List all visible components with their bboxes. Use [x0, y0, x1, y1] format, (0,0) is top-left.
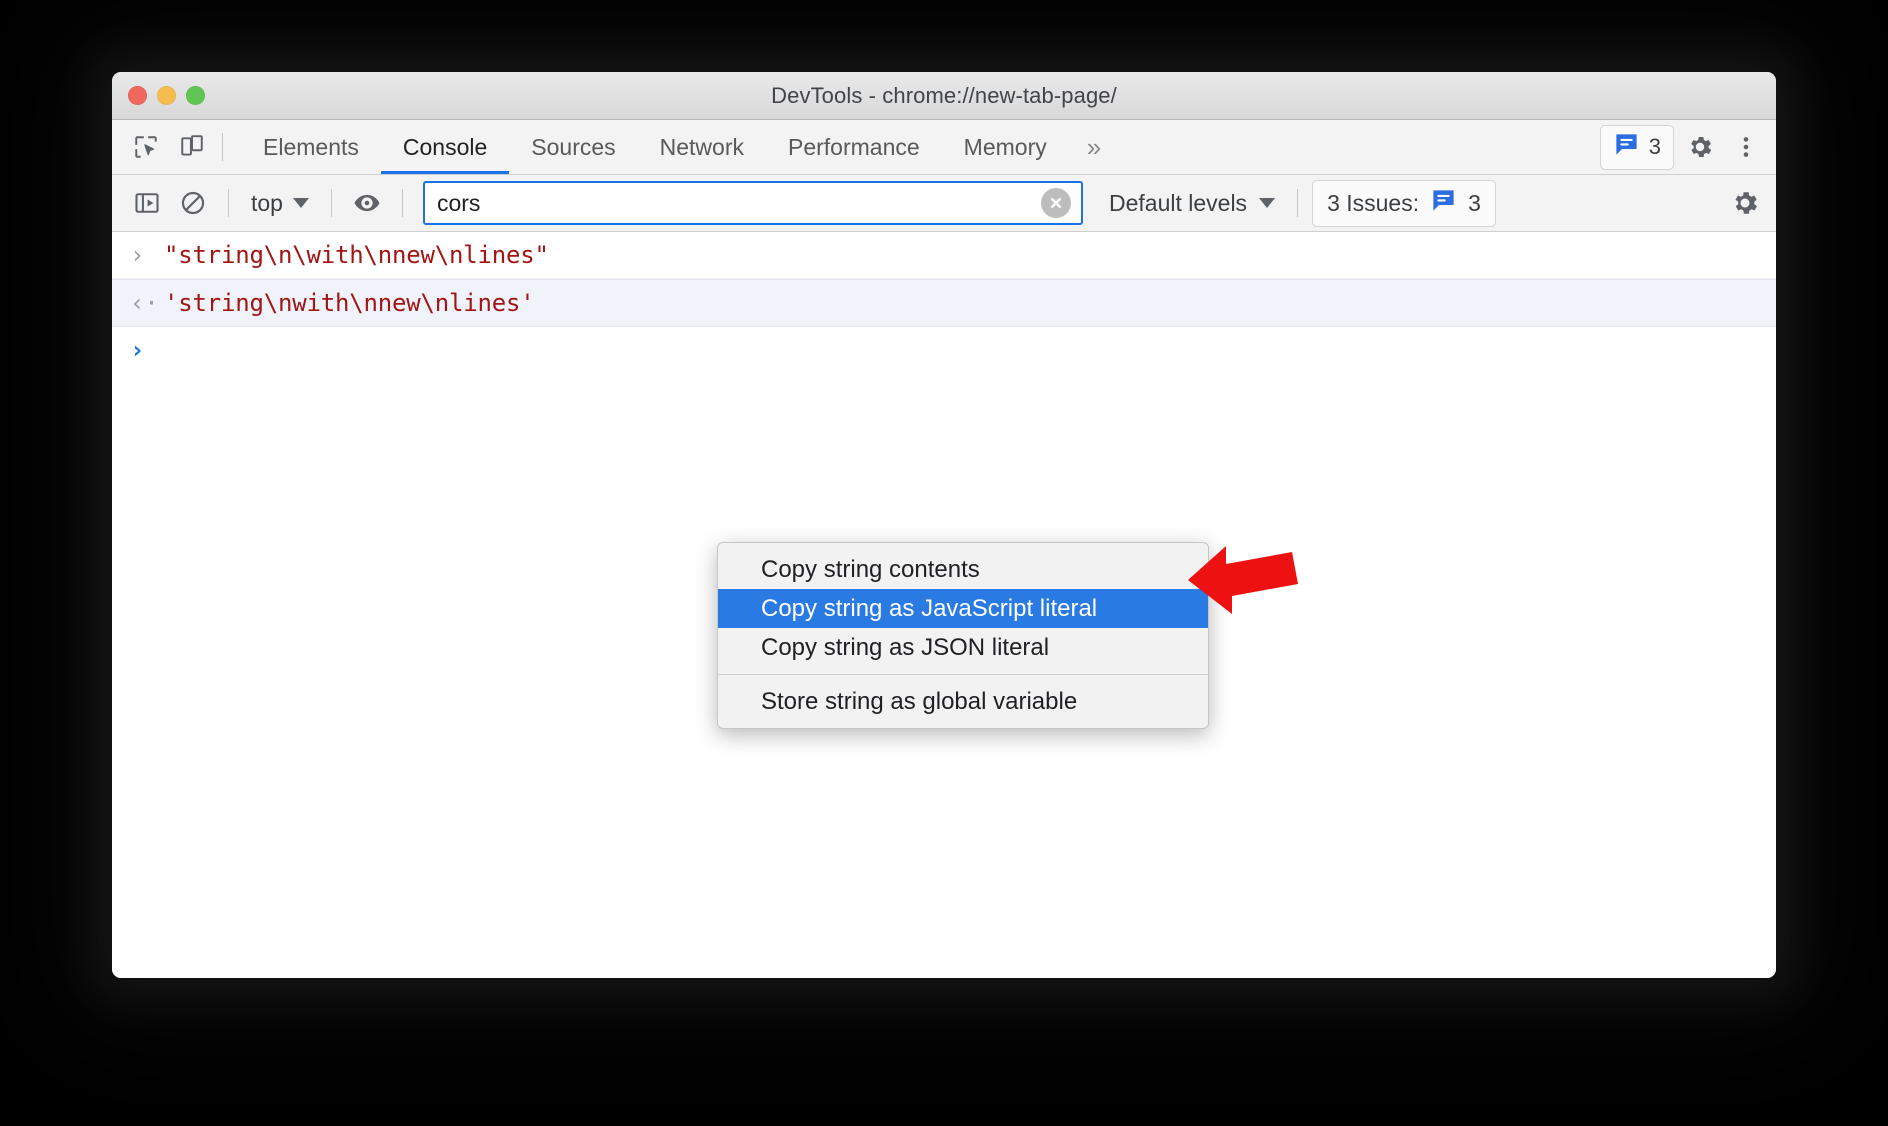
close-window-button[interactable]: [128, 86, 147, 105]
console-result-text: 'string\nwith\nnew\nlines': [164, 289, 535, 317]
string-context-menu[interactable]: Copy string contents Copy string as Java…: [717, 542, 1209, 729]
filter-input[interactable]: [422, 181, 1083, 225]
menu-item-copy-string-contents[interactable]: Copy string contents: [718, 550, 1208, 589]
log-levels-selector[interactable]: Default levels: [1101, 190, 1283, 217]
menu-item-copy-string-as-javascript-literal[interactable]: Copy string as JavaScript literal: [718, 589, 1208, 628]
console-message-result[interactable]: ‹· 'string\nwith\nnew\nlines': [112, 279, 1776, 327]
traffic-light-group: [128, 72, 205, 119]
clear-console-icon[interactable]: [172, 182, 214, 224]
tabbar-divider: [222, 133, 223, 161]
tab-network[interactable]: Network: [638, 120, 766, 174]
prompt-caret-icon: ›: [130, 336, 145, 364]
inspect-element-icon[interactable]: [126, 127, 166, 167]
issues-badge-button[interactable]: 3: [1599, 124, 1674, 170]
issues-counter-label: 3 Issues:: [1327, 189, 1420, 216]
console-prompt-row[interactable]: ›: [112, 327, 1776, 373]
zoom-window-button[interactable]: [186, 86, 205, 105]
clear-input-icon[interactable]: [1040, 188, 1071, 218]
kebab-menu-icon[interactable]: [1726, 127, 1766, 167]
chevron-down-icon: [1259, 198, 1276, 208]
result-return-icon: ‹·: [130, 289, 159, 317]
menu-item-copy-string-as-json-literal[interactable]: Copy string as JSON literal: [718, 628, 1208, 667]
filter-input-wrapper: [422, 181, 1083, 225]
execution-context-label: top: [251, 189, 283, 216]
chevron-down-icon: [292, 198, 309, 208]
issues-badge-count: 3: [1648, 134, 1661, 159]
device-toolbar-icon[interactable]: [172, 127, 212, 167]
tab-sources[interactable]: Sources: [509, 120, 637, 174]
console-input-text: "string\n\with\nnew\nlines": [164, 241, 549, 269]
window-titlebar: DevTools - chrome://new-tab-page/: [112, 72, 1776, 120]
live-expression-icon[interactable]: [346, 182, 388, 224]
menu-separator: [718, 674, 1208, 675]
filterbar-right-controls: [1724, 182, 1766, 224]
menu-item-store-string-as-global-variable[interactable]: Store string as global variable: [718, 682, 1208, 721]
more-tabs-icon[interactable]: »: [1069, 120, 1119, 174]
gear-icon[interactable]: [1680, 127, 1720, 167]
gear-icon[interactable]: [1724, 182, 1766, 224]
issue-bubble-icon: [1613, 131, 1640, 164]
tab-console[interactable]: Console: [380, 120, 510, 174]
input-prompt-icon: ›: [130, 241, 145, 269]
tabbar-right-controls: 3: [1599, 120, 1766, 174]
panel-tabs: Elements Console Sources Network Perform…: [241, 120, 1119, 174]
tab-memory[interactable]: Memory: [942, 120, 1069, 174]
console-message-input[interactable]: › "string\n\with\nnew\nlines": [112, 232, 1776, 279]
filterbar-divider-1: [228, 189, 229, 217]
filterbar-divider-4: [1297, 189, 1299, 217]
window-title: DevTools - chrome://new-tab-page/: [771, 82, 1117, 108]
devtools-tabbar: Elements Console Sources Network Perform…: [112, 120, 1776, 175]
minimize-window-button[interactable]: [157, 86, 176, 105]
tab-elements[interactable]: Elements: [241, 120, 381, 174]
tabbar-left-icons: [126, 120, 212, 174]
log-levels-label: Default levels: [1108, 189, 1248, 216]
console-message-list[interactable]: › "string\n\with\nnew\nlines" ‹· 'string…: [112, 232, 1776, 978]
issues-counter-count: 3: [1468, 189, 1481, 216]
issues-counter-button[interactable]: 3 Issues: 3: [1312, 179, 1496, 227]
filterbar-divider-3: [401, 189, 403, 217]
tab-performance[interactable]: Performance: [766, 120, 942, 174]
issue-bubble-icon: [1430, 187, 1457, 220]
execution-context-selector[interactable]: top: [243, 190, 317, 217]
filterbar-divider-2: [330, 189, 332, 217]
screenshot-root: DevTools - chrome://new-tab-page/ Elemen…: [0, 0, 1888, 1126]
console-sidebar-icon[interactable]: [126, 182, 168, 224]
console-filter-toolbar: top Default le: [112, 175, 1776, 232]
devtools-window: DevTools - chrome://new-tab-page/ Elemen…: [112, 72, 1776, 978]
